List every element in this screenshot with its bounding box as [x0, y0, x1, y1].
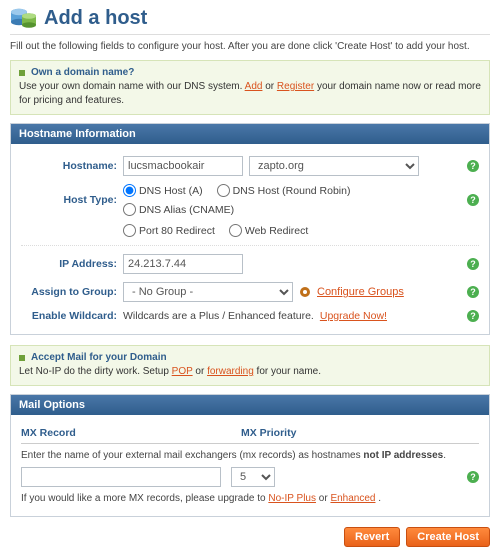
group-label: Assign to Group: [21, 286, 117, 298]
mx-record-header: MX Record [21, 427, 241, 439]
pop-link[interactable]: POP [172, 366, 193, 377]
database-icon [10, 6, 38, 30]
help-icon[interactable]: ? [467, 310, 479, 322]
upgrade-now-link[interactable]: Upgrade Now! [320, 310, 387, 322]
help-icon[interactable]: ? [467, 471, 479, 483]
hosttype-cname[interactable]: DNS Alias (CNAME) [123, 203, 234, 216]
mx-upgrade-note: If you would like a more MX records, ple… [21, 493, 479, 504]
mail-options-title: Mail Options [11, 395, 489, 415]
revert-button[interactable]: Revert [344, 527, 400, 547]
mx-priority-header: MX Priority [241, 427, 479, 439]
accept-mail-body-mid: or [195, 366, 207, 377]
hosttype-port80[interactable]: Port 80 Redirect [123, 224, 215, 237]
own-domain-body-mid: or [265, 81, 277, 92]
hosttype-web[interactable]: Web Redirect [229, 224, 308, 237]
accept-mail-body-pre: Let No-IP do the dirty work. Setup [19, 366, 172, 377]
register-link[interactable]: Register [277, 81, 314, 92]
bullet-icon [19, 70, 25, 76]
ip-label: IP Address: [21, 258, 117, 270]
configure-groups-link[interactable]: Configure Groups [317, 286, 404, 298]
group-select[interactable]: - No Group - [123, 282, 293, 302]
help-icon[interactable]: ? [467, 258, 479, 270]
accept-mail-callout: Accept Mail for your Domain Let No-IP do… [10, 345, 490, 386]
wildcard-text: Wildcards are a Plus / Enhanced feature. [123, 310, 314, 322]
gear-icon [299, 286, 311, 298]
help-icon[interactable]: ? [467, 194, 479, 206]
mx-note: Enter the name of your external mail exc… [21, 450, 479, 461]
intro-text: Fill out the following fields to configu… [10, 41, 490, 52]
bullet-icon [19, 355, 25, 361]
enhanced-link[interactable]: Enhanced [330, 493, 375, 504]
wildcard-label: Enable Wildcard: [21, 310, 117, 322]
noip-plus-link[interactable]: No-IP Plus [268, 493, 316, 504]
mail-options-panel: Mail Options MX Record MX Priority Enter… [10, 394, 490, 517]
own-domain-heading: Own a domain name? [31, 67, 134, 78]
hostname-info-panel: Hostname Information Hostname: zapto.org… [10, 123, 490, 335]
page-header: Add a host [10, 6, 490, 35]
accept-mail-heading: Accept Mail for your Domain [31, 352, 167, 363]
hosttype-rr[interactable]: DNS Host (Round Robin) [217, 184, 351, 197]
hosttype-a[interactable]: DNS Host (A) [123, 184, 203, 197]
create-host-button[interactable]: Create Host [406, 527, 490, 547]
page-title: Add a host [44, 7, 147, 30]
mx-record-input[interactable] [21, 467, 221, 487]
ip-input[interactable] [123, 254, 243, 274]
mx-priority-select[interactable]: 5 [231, 467, 275, 487]
forwarding-link[interactable]: forwarding [207, 366, 254, 377]
help-icon[interactable]: ? [467, 286, 479, 298]
accept-mail-body-post: for your name. [257, 366, 321, 377]
hostname-info-title: Hostname Information [11, 124, 489, 144]
help-icon[interactable]: ? [467, 160, 479, 172]
hostname-input[interactable] [123, 156, 243, 176]
domain-select[interactable]: zapto.org [249, 156, 419, 176]
own-domain-body-pre: Use your own domain name with our DNS sy… [19, 81, 245, 92]
hostname-label: Hostname: [21, 160, 117, 172]
footer-buttons: Revert Create Host [10, 527, 490, 547]
add-link[interactable]: Add [245, 81, 263, 92]
own-domain-callout: Own a domain name? Use your own domain n… [10, 60, 490, 115]
hosttype-label: Host Type: [21, 194, 117, 206]
